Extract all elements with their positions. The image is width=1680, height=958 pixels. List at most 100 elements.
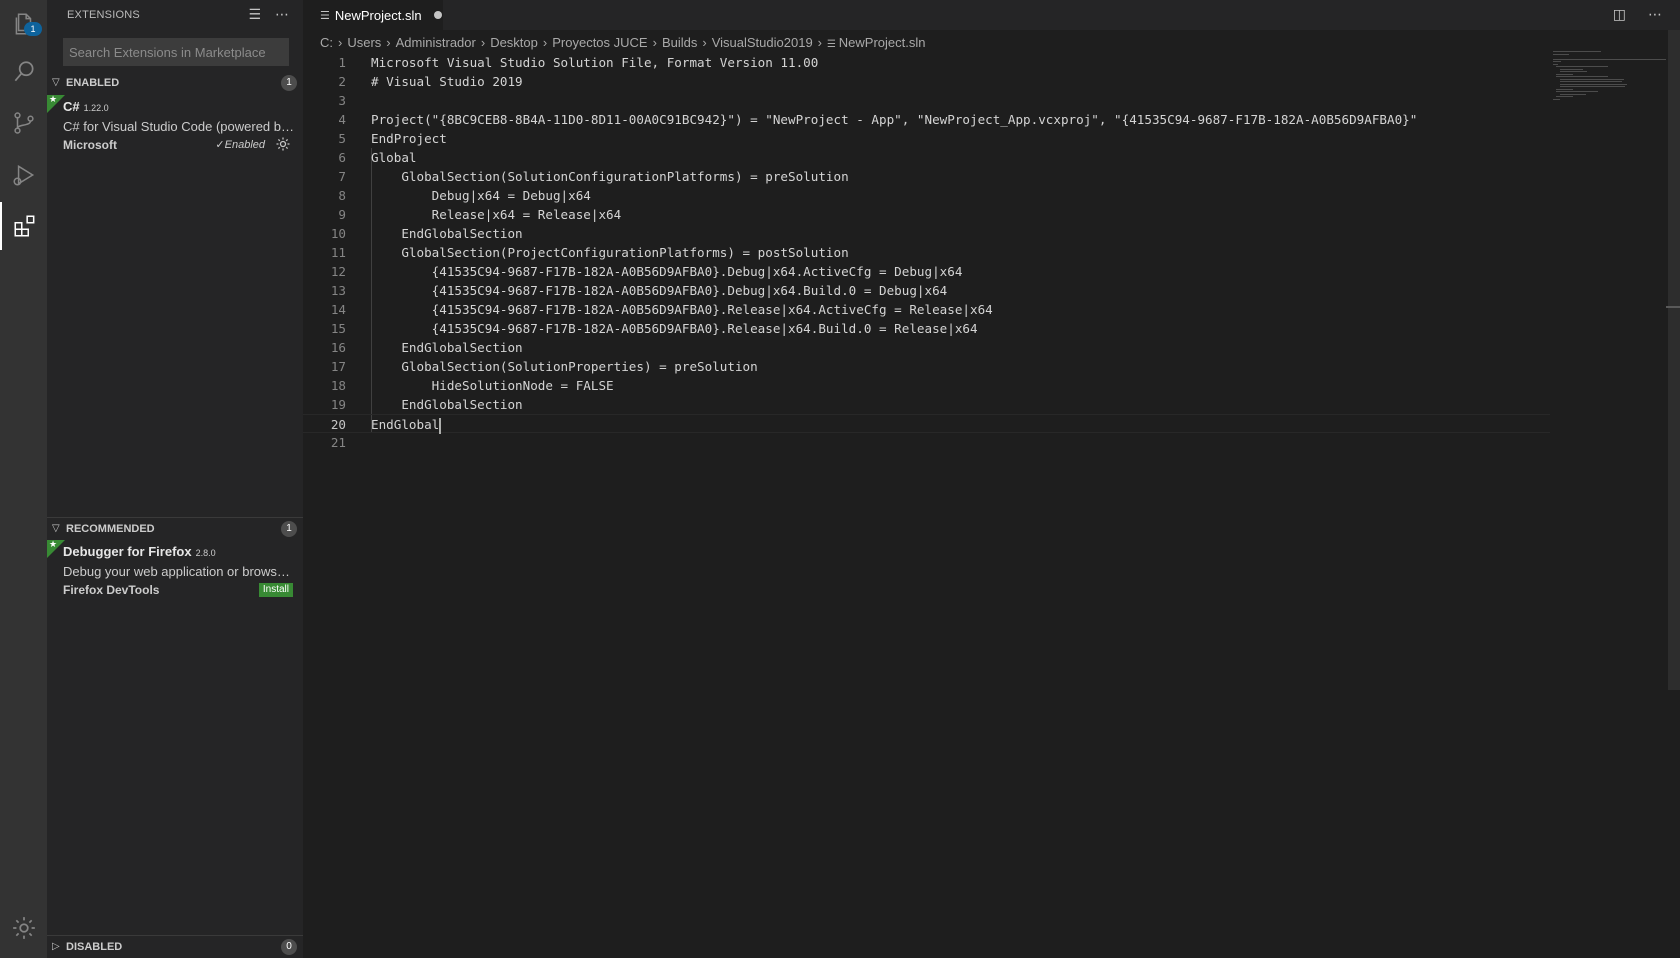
line-number: 2 bbox=[338, 74, 346, 89]
extensions-search-input[interactable] bbox=[63, 38, 289, 66]
code-text[interactable]: EndGlobalSection bbox=[371, 224, 522, 243]
minimap[interactable] bbox=[1553, 51, 1668, 100]
line-number: 5 bbox=[338, 131, 346, 146]
code-line[interactable]: 7 GlobalSection(SolutionConfigurationPla… bbox=[303, 167, 1550, 186]
code-line[interactable]: 18 HideSolutionNode = FALSE bbox=[303, 376, 1550, 395]
code-text[interactable]: {41535C94-9687-F17B-182A-A0B56D9AFBA0}.R… bbox=[371, 300, 993, 319]
explorer-button[interactable]: 1 bbox=[0, 0, 47, 48]
source-control-button[interactable] bbox=[0, 99, 47, 147]
recommended-section-header[interactable]: ▽ RECOMMENDED 1 bbox=[47, 517, 303, 540]
extension-item-csharp[interactable]: ★ C# 1.22.0 C# for Visual Studio Code (po… bbox=[47, 94, 303, 157]
unsaved-dot-icon[interactable] bbox=[433, 11, 442, 19]
breadcrumb-segment[interactable]: Desktop bbox=[490, 35, 538, 50]
minimap-line bbox=[1559, 86, 1626, 87]
split-editor-icon[interactable]: ◫ bbox=[1613, 6, 1626, 23]
extension-item-debugger-firefox[interactable]: ★ Debugger for Firefox 2.8.0 Debug your w… bbox=[47, 539, 303, 602]
code-line[interactable]: 11 GlobalSection(ProjectConfigurationPla… bbox=[303, 243, 1550, 262]
disabled-section-header[interactable]: ▷ DISABLED 0 bbox=[47, 935, 303, 958]
run-debug-icon bbox=[12, 164, 34, 186]
line-number: 6 bbox=[338, 150, 346, 165]
breadcrumb-segment[interactable]: Users bbox=[347, 35, 381, 50]
extensions-button[interactable] bbox=[0, 202, 47, 250]
code-line[interactable]: 8 Debug|x64 = Debug|x64 bbox=[303, 186, 1550, 205]
chevron-right-icon: › bbox=[652, 35, 657, 50]
code-line[interactable]: 4 Project("{8BC9CEB8-8B4A-11D0-8D11-00A0C… bbox=[303, 110, 1550, 129]
code-text[interactable]: EndProject bbox=[371, 129, 447, 148]
recommended-count: 1 bbox=[281, 521, 297, 537]
tab-newproject-sln[interactable]: ☰ NewProject.sln bbox=[303, 0, 443, 30]
code-text[interactable]: {41535C94-9687-F17B-182A-A0B56D9AFBA0}.D… bbox=[371, 262, 963, 281]
breadcrumb-segment[interactable]: Administrador bbox=[396, 35, 476, 50]
vertical-scrollbar[interactable] bbox=[1668, 30, 1680, 690]
gear-icon[interactable] bbox=[275, 136, 291, 152]
code-text[interactable]: Microsoft Visual Studio Solution File, F… bbox=[371, 53, 818, 72]
line-number: 15 bbox=[330, 321, 346, 336]
code-text[interactable]: {41535C94-9687-F17B-182A-A0B56D9AFBA0}.D… bbox=[371, 281, 948, 300]
code-text[interactable]: EndGlobalSection bbox=[371, 395, 522, 414]
code-line[interactable]: 3 bbox=[303, 91, 1550, 110]
code-text[interactable]: Debug|x64 = Debug|x64 bbox=[371, 186, 591, 205]
code-line[interactable]: 17 GlobalSection(SolutionProperties) = p… bbox=[303, 357, 1550, 376]
manage-button[interactable] bbox=[0, 904, 47, 952]
chevron-right-icon: › bbox=[480, 35, 486, 50]
code-line[interactable]: 21 bbox=[303, 433, 1550, 452]
install-button[interactable]: Install bbox=[258, 583, 293, 597]
code-text[interactable]: {41535C94-9687-F17B-182A-A0B56D9AFBA0}.R… bbox=[371, 319, 978, 338]
code-text[interactable]: Release|x64 = Release|x64 bbox=[371, 205, 622, 224]
minimap-line bbox=[1556, 96, 1573, 97]
editor-tab-bar: ☰ NewProject.sln ◫ ⋯ bbox=[303, 0, 1680, 30]
enabled-count: 1 bbox=[281, 75, 297, 91]
chevron-right-icon: › bbox=[817, 35, 823, 50]
minimap-line bbox=[1553, 58, 1667, 60]
code-text[interactable]: # Visual Studio 2019 bbox=[371, 72, 523, 91]
run-debug-button[interactable] bbox=[0, 151, 47, 199]
code-line[interactable]: 1 Microsoft Visual Studio Solution File, … bbox=[303, 53, 1550, 72]
line-number: 7 bbox=[338, 169, 346, 184]
code-text[interactable]: GlobalSection(SolutionConfigurationPlatf… bbox=[371, 167, 848, 186]
code-line[interactable]: 15 {41535C94-9687-F17B-182A-A0B56D9AFBA0… bbox=[303, 319, 1550, 338]
code-text[interactable]: EndGlobal bbox=[371, 415, 442, 434]
code-line[interactable]: 2 # Visual Studio 2019 bbox=[303, 72, 1550, 91]
code-text[interactable]: HideSolutionNode = FALSE bbox=[371, 376, 614, 395]
minimap-line bbox=[1559, 78, 1624, 80]
enabled-section-header[interactable]: ▽ ENABLED 1 bbox=[47, 72, 303, 94]
more-actions-icon[interactable]: ⋯ bbox=[1648, 6, 1662, 23]
breadcrumb-segment[interactable]: Proyectos JUCE bbox=[552, 35, 647, 50]
chevron-right-icon: › bbox=[542, 35, 548, 50]
code-line[interactable]: 20 EndGlobal bbox=[303, 414, 1550, 434]
line-number: 20 bbox=[330, 417, 346, 432]
minimap-line bbox=[1553, 53, 1570, 55]
more-actions-icon[interactable]: ⋯ bbox=[275, 6, 289, 23]
breadcrumb-segment[interactable]: VisualStudio2019 bbox=[712, 35, 813, 50]
code-line[interactable]: 6 Global bbox=[303, 148, 1550, 167]
extension-version: 1.22.0 bbox=[83, 103, 109, 113]
breadcrumb-segment[interactable]: C: bbox=[320, 35, 333, 50]
settings-gear-icon bbox=[12, 917, 35, 939]
code-line[interactable]: 19 EndGlobalSection bbox=[303, 395, 1550, 414]
code-line[interactable]: 13 {41535C94-9687-F17B-182A-A0B56D9AFBA0… bbox=[303, 281, 1550, 300]
minimap-line bbox=[1553, 98, 1561, 100]
clear-filter-icon[interactable]: ☰ bbox=[248, 6, 261, 23]
minimap-line bbox=[1559, 81, 1622, 82]
code-text[interactable]: EndGlobalSection bbox=[371, 338, 522, 357]
breadcrumb-segment[interactable]: Builds bbox=[662, 35, 697, 50]
search-button[interactable] bbox=[0, 48, 47, 96]
code-line[interactable]: 16 EndGlobalSection bbox=[303, 338, 1550, 357]
code-line[interactable]: 9 Release|x64 = Release|x64 bbox=[303, 205, 1550, 224]
code-text[interactable]: GlobalSection(ProjectConfigurationPlatfo… bbox=[371, 243, 848, 262]
extension-version: 2.8.0 bbox=[195, 548, 216, 558]
code-text[interactable]: GlobalSection(SolutionProperties) = preS… bbox=[371, 357, 757, 376]
line-number: 3 bbox=[338, 93, 346, 108]
breadcrumb-segment[interactable]: NewProject.sln bbox=[839, 35, 926, 50]
code-editor[interactable]: 1 Microsoft Visual Studio Solution File, … bbox=[303, 53, 1550, 452]
tab-label: NewProject.sln bbox=[334, 7, 422, 23]
code-line[interactable]: 12 {41535C94-9687-F17B-182A-A0B56D9AFBA0… bbox=[303, 262, 1550, 281]
code-text[interactable]: Project("{8BC9CEB8-8B4A-11D0-8D11-00A0C9… bbox=[371, 110, 1417, 129]
code-line[interactable]: 5 EndProject bbox=[303, 129, 1550, 148]
extensions-sidebar: EXTENSIONS ☰ ⋯ ▽ ENABLED 1 ★ C#1.22.0 C#… bbox=[47, 0, 303, 958]
line-number: 10 bbox=[330, 226, 346, 241]
code-text[interactable]: Global bbox=[371, 148, 417, 167]
minimap-line bbox=[1556, 76, 1608, 77]
code-line[interactable]: 10 EndGlobalSection bbox=[303, 224, 1550, 243]
code-line[interactable]: 14 {41535C94-9687-F17B-182A-A0B56D9AFBA0… bbox=[303, 300, 1550, 319]
